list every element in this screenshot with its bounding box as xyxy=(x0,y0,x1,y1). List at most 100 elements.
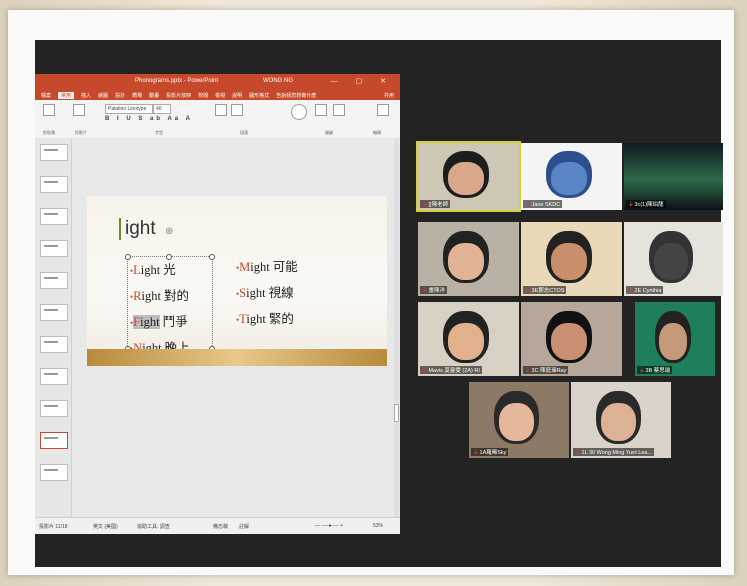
bullets-icon[interactable] xyxy=(215,104,227,116)
slide-thumbnail[interactable] xyxy=(40,144,68,161)
ribbon-tab[interactable]: 常用 xyxy=(58,91,75,99)
scrollbar-thumb[interactable] xyxy=(394,404,399,422)
arrange-icon[interactable] xyxy=(315,104,327,116)
ribbon-tab[interactable]: 檔案 xyxy=(41,92,51,99)
muted-mic-icon: ⏚ xyxy=(422,368,428,374)
slide-canvas[interactable]: ight ⊕ •Light光•Right對的•Fight鬥爭•Night晚上 •… xyxy=(87,196,387,366)
resize-handle[interactable] xyxy=(209,254,215,260)
participant-tile[interactable]: ⏚3c(1)陳珀龍 xyxy=(624,143,723,210)
participant-tile[interactable]: ⏚Mavis 莫曼雯 (2A) RI xyxy=(418,302,519,376)
thumbnail-text-line xyxy=(44,245,58,247)
word-bullet: •Right 對的 xyxy=(130,285,190,304)
slide-thumbnail[interactable] xyxy=(40,272,68,289)
shapes-icon[interactable] xyxy=(291,104,307,120)
zoom-level[interactable]: 53% xyxy=(373,523,383,529)
thumbnail-text-line xyxy=(44,437,58,439)
muted-mic-icon: ⏚ xyxy=(473,450,479,456)
slide-thumbnail[interactable] xyxy=(40,176,68,193)
participant-video xyxy=(551,161,587,196)
quick-styles-icon[interactable] xyxy=(333,104,345,116)
window-controls[interactable]: — ▢ ✕ xyxy=(331,77,394,85)
muted-mic-icon: ⏚ xyxy=(628,288,634,294)
word-bullet: •Light 光 xyxy=(130,259,190,278)
participant-name: 1A羅晞Sky xyxy=(479,450,507,456)
zoom-slider[interactable]: — ──●── + xyxy=(315,523,343,529)
participant-tile[interactable]: ⏚1L 30 Wong Ming Yuet Lea... xyxy=(571,382,671,458)
rime: ight xyxy=(141,289,161,303)
ppt-account-name[interactable]: WONG NG xyxy=(263,78,293,84)
chinese-meaning: 視線 xyxy=(268,286,294,300)
ribbon-tab[interactable]: 圖形格式 xyxy=(249,92,269,99)
english-word: Light xyxy=(133,263,160,277)
left-text-box[interactable]: •Light光•Right對的•Fight鬥爭•Night晚上 xyxy=(125,254,215,355)
ribbon-tab[interactable]: 繪圖 xyxy=(98,92,108,99)
ribbon-tab[interactable]: 動畫 xyxy=(149,92,159,99)
ribbon-tab[interactable]: 轉場 xyxy=(132,92,142,99)
participant-video xyxy=(448,322,484,360)
font-size-select[interactable]: 40 xyxy=(153,104,171,114)
numbering-icon[interactable] xyxy=(231,104,243,116)
ribbon-tab[interactable]: 說明 xyxy=(232,92,242,99)
slide-thumbnail[interactable] xyxy=(40,368,68,385)
thumbnail-text-line xyxy=(44,149,58,151)
participant-tile[interactable]: ⏚3E鄧志CTOS xyxy=(521,222,622,296)
slide-thumbnail[interactable] xyxy=(40,304,68,321)
group-label-clipboard: 剪貼簿 xyxy=(43,130,55,135)
vertical-scrollbar[interactable] xyxy=(394,138,399,518)
language-indicator[interactable]: 英文 (美國) xyxy=(93,523,118,530)
ribbon-tab[interactable]: 檢視 xyxy=(215,92,225,99)
participant-tile[interactable]: ⏚3B 蔡思瑜 xyxy=(635,302,715,376)
comments-button[interactable]: 註解 xyxy=(239,523,249,530)
right-word-list[interactable]: •Might 可能 •Sight 視線 •Tight 緊的 xyxy=(236,256,298,334)
status-bar: 投影片 11/18 英文 (美國) 協助工具: 調查 備忘稿 註解 — ──●─… xyxy=(35,517,400,534)
slide-counter: 投影片 11/18 xyxy=(39,524,68,530)
powerpoint-window: Phonograms.pptx - PowerPoint WONG NG — ▢… xyxy=(35,74,400,534)
participant-name: 3B 蔡思瑜 xyxy=(645,368,671,374)
format-buttons[interactable]: B I U S ab Aa A xyxy=(105,116,193,122)
participant-tile[interactable]: ⏚畫陳洋 xyxy=(418,222,519,296)
screen-share: Phonograms.pptx - PowerPoint WONG NG — ▢… xyxy=(35,40,723,567)
participant-name-label: ⏚3c(1)陳珀龍 xyxy=(626,200,666,208)
slide-thumbnail[interactable] xyxy=(40,464,68,481)
participant-tile[interactable]: ⏚Jane SKDC xyxy=(521,143,622,210)
participant-video xyxy=(448,242,484,280)
font-name-select[interactable]: Palatino Linotype xyxy=(105,104,153,114)
new-slide-icon[interactable] xyxy=(73,104,85,116)
slide-thumbnail[interactable] xyxy=(40,400,68,417)
thumbnail-text-line xyxy=(44,277,58,279)
slide-thumbnail[interactable] xyxy=(40,336,68,353)
word-bullet: •Sight 視線 xyxy=(236,282,298,301)
ribbon-tab[interactable]: 投影片放映 xyxy=(166,92,191,99)
slide-thumbnail[interactable] xyxy=(40,208,68,225)
participant-tile[interactable]: ⏚1A羅晞Sky xyxy=(469,382,569,458)
participant-tile[interactable]: ⏚3C 陳庭瑋Ray xyxy=(521,302,622,376)
slide-footer-band xyxy=(87,349,387,366)
paste-icon[interactable] xyxy=(43,104,55,116)
slide-title[interactable]: ight xyxy=(119,218,156,240)
slide-thumbnail[interactable] xyxy=(40,240,68,257)
ribbon-tab[interactable]: 校閱 xyxy=(198,92,208,99)
participant-name-label: ⏚3C 陳庭瑋Ray xyxy=(523,366,569,374)
notes-button[interactable]: 備忘稿 xyxy=(213,523,228,530)
onset-letter: L xyxy=(133,263,141,277)
rime: ight xyxy=(140,315,160,329)
ribbon-tab[interactable]: 設計 xyxy=(115,92,125,99)
english-word: Tight xyxy=(239,312,266,326)
onset-letter: R xyxy=(133,289,142,303)
participant-name: []陳老師 xyxy=(428,202,449,208)
participant-name-label: ⏚2E Cynthia xyxy=(626,286,664,294)
accessibility-indicator[interactable]: 協助工具: 調查 xyxy=(137,523,170,530)
participant-tile[interactable]: ⏚[]陳老師 xyxy=(416,141,521,212)
rotate-handle-icon[interactable]: ⊕ xyxy=(165,226,173,237)
share-button[interactable]: 共用 xyxy=(384,92,394,99)
find-icon[interactable] xyxy=(377,104,389,116)
participant-name: Mavis 莫曼雯 (2A) RI xyxy=(428,368,480,374)
participant-tile[interactable]: ⏚2E Cynthia xyxy=(624,222,723,296)
ribbon-tab[interactable]: 告訴我您想做什麼 xyxy=(276,92,316,99)
chinese-meaning: 可能 xyxy=(272,260,298,274)
thumbnail-text-line xyxy=(44,405,58,407)
participant-video xyxy=(653,242,689,280)
slide-thumbnail-pane[interactable] xyxy=(35,138,72,518)
slide-thumbnail[interactable] xyxy=(40,432,68,449)
ribbon-tab[interactable]: 插入 xyxy=(81,92,91,99)
